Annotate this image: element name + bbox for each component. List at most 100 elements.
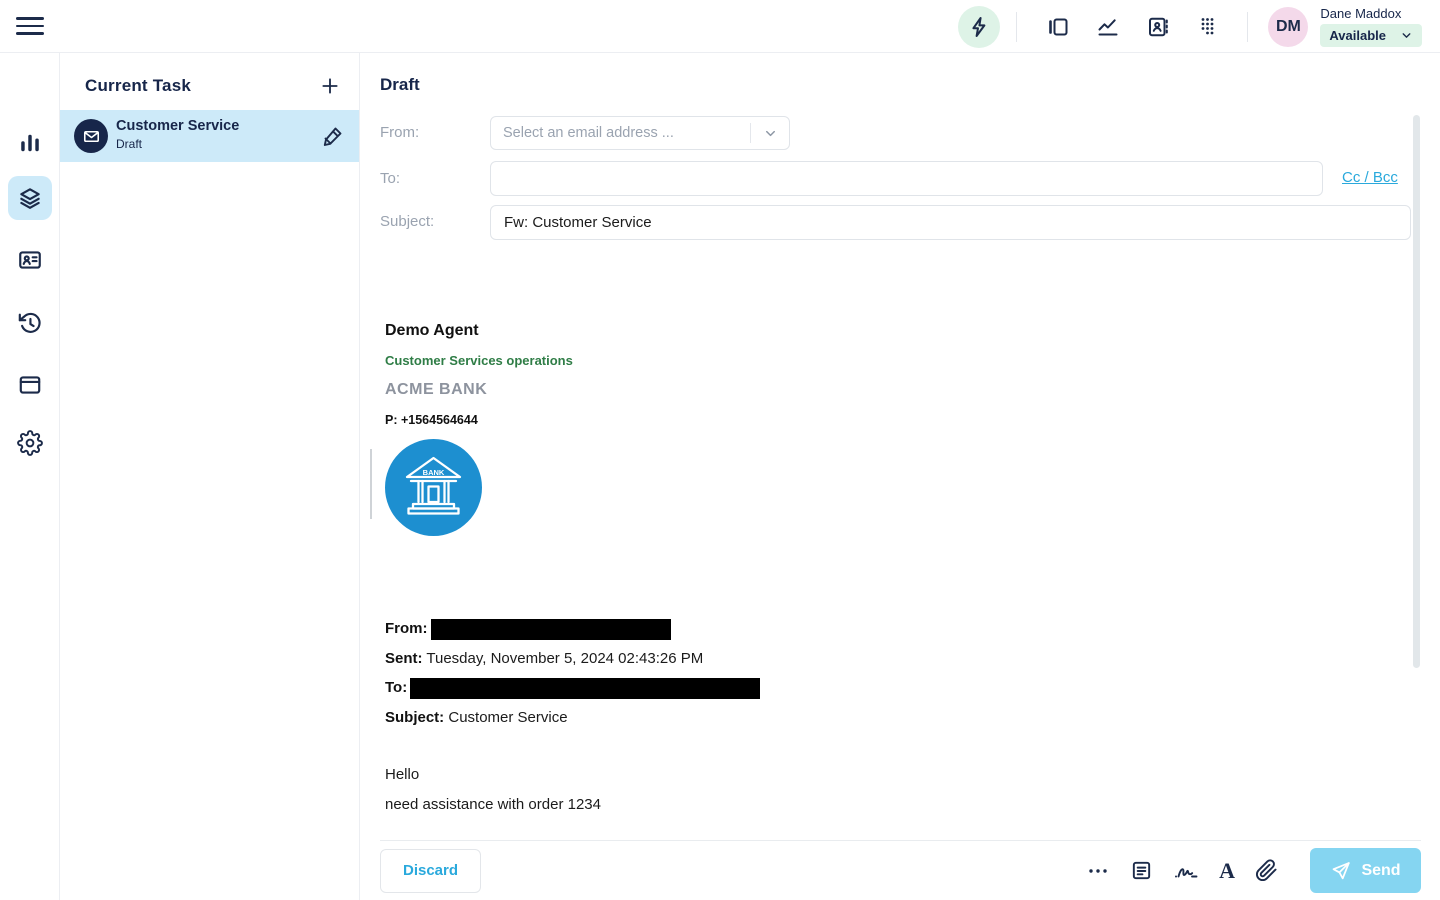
signature-button[interactable] <box>1171 857 1201 885</box>
from-placeholder: Select an email address ... <box>491 125 750 141</box>
chevron-down-icon <box>751 126 789 141</box>
bank-logo: BANK <box>385 439 482 536</box>
rail-item-tasks[interactable] <box>8 176 52 220</box>
signature-icon <box>1173 859 1199 883</box>
quoted-subject-value: Customer Service <box>444 709 567 726</box>
layers-icon <box>17 185 43 211</box>
signature-department: Customer Services operations <box>385 353 1385 369</box>
current-task-panel: Current Task Customer Service Draft <box>60 53 360 900</box>
font-icon: A <box>1219 859 1235 883</box>
chevron-down-icon <box>1400 29 1413 42</box>
vertical-scrollbar[interactable] <box>1413 115 1420 668</box>
envelope-icon <box>82 127 101 146</box>
topbar-right-cluster: DM Dane Maddox Available <box>958 0 1422 53</box>
paper-plane-icon <box>1330 860 1351 881</box>
paperclip-icon <box>1255 859 1278 882</box>
from-label: From: <box>380 124 419 141</box>
top-bar: DM Dane Maddox Available <box>0 0 1440 53</box>
redacted-to-address <box>410 678 760 699</box>
side-panel-button[interactable] <box>1046 15 1070 39</box>
quick-actions-button[interactable] <box>958 6 1000 48</box>
compose-footer-toolbar: Discard A <box>380 840 1421 900</box>
gear-icon <box>17 430 43 456</box>
plus-icon <box>320 76 340 96</box>
email-body-editor[interactable]: Demo Agent Customer Services operations … <box>385 321 1385 819</box>
quoted-sent-value: Tuesday, November 5, 2024 02:43:26 PM <box>423 650 704 667</box>
topbar-divider <box>1016 12 1017 42</box>
quoted-from-label: From: <box>385 620 428 637</box>
task-texts: Customer Service Draft <box>116 118 239 151</box>
cc-bcc-link[interactable]: Cc / Bcc <box>1342 169 1398 186</box>
signature-phone: P: +1564564644 <box>385 412 1385 428</box>
rail-item-history[interactable] <box>8 301 52 345</box>
from-address-select[interactable]: Select an email address ... <box>490 116 790 150</box>
quoted-headers: From: Sent: Tuesday, November 5, 2024 02… <box>385 614 1385 732</box>
compose-pane: Draft From: Select an email address ... … <box>360 53 1440 900</box>
attach-file-button[interactable] <box>1253 857 1280 884</box>
analytics-button[interactable] <box>1096 15 1120 39</box>
text-caret <box>370 449 372 519</box>
rail-item-browser[interactable] <box>8 363 52 407</box>
task-panel-title: Current Task <box>85 76 191 96</box>
app-rail <box>0 53 60 900</box>
task-list-item[interactable]: Customer Service Draft <box>60 110 359 162</box>
font-format-button[interactable]: A <box>1217 857 1237 885</box>
redacted-from-address <box>431 619 671 640</box>
rail-item-contacts[interactable] <box>8 238 52 282</box>
user-block: Dane Maddox Available <box>1320 6 1422 47</box>
line-chart-icon <box>1096 15 1120 39</box>
compose-title: Draft <box>380 75 420 95</box>
rail-item-settings[interactable] <box>8 421 52 465</box>
more-options-button[interactable] <box>1084 857 1112 885</box>
footer-icon-group: A Send <box>1084 848 1421 893</box>
subject-input[interactable] <box>490 205 1411 240</box>
discard-button[interactable]: Discard <box>380 849 481 893</box>
to-input[interactable] <box>490 161 1323 196</box>
contacts-button[interactable] <box>1146 15 1170 39</box>
contact-card-icon <box>17 247 43 273</box>
quoted-subject-label: Subject: <box>385 709 444 726</box>
bank-logo-label: BANK <box>423 468 445 477</box>
quoted-from-row: From: <box>385 614 1385 644</box>
signature-name: Demo Agent <box>385 321 1385 341</box>
dialpad-icon <box>1196 15 1218 39</box>
panels-icon <box>1046 15 1070 39</box>
address-book-icon <box>1146 15 1170 39</box>
list-template-icon <box>1130 859 1153 882</box>
rail-item-analytics[interactable] <box>8 121 52 165</box>
template-button[interactable] <box>1128 857 1155 884</box>
topbar-divider <box>1247 12 1248 42</box>
signature-company: ACME BANK <box>385 380 1385 400</box>
task-subtitle: Draft <box>116 137 239 151</box>
to-label: To: <box>380 170 400 187</box>
availability-dropdown[interactable]: Available <box>1320 24 1422 47</box>
availability-label: Available <box>1329 28 1386 43</box>
email-body-text: Hello need assistance with order 1234 <box>385 760 1385 819</box>
user-name: Dane Maddox <box>1320 6 1422 21</box>
body-line: need assistance with order 1234 <box>385 790 1385 820</box>
send-label: Send <box>1361 862 1400 880</box>
body-line: Hello <box>385 760 1385 790</box>
quoted-sent-row: Sent: Tuesday, November 5, 2024 02:43:26… <box>385 644 1385 674</box>
dialpad-button[interactable] <box>1196 15 1218 39</box>
edit-draft-button[interactable] <box>321 124 345 148</box>
user-avatar[interactable]: DM <box>1268 7 1308 47</box>
subject-label: Subject: <box>380 213 434 230</box>
quoted-to-label: To: <box>385 679 407 696</box>
task-title: Customer Service <box>116 118 239 134</box>
add-task-button[interactable] <box>317 73 343 99</box>
ellipsis-icon <box>1086 859 1110 883</box>
bar-chart-icon <box>17 130 43 156</box>
quoted-subject-row: Subject: Customer Service <box>385 703 1385 733</box>
task-avatar <box>74 119 108 153</box>
menu-hamburger-button[interactable] <box>16 14 44 38</box>
send-button[interactable]: Send <box>1310 848 1421 893</box>
task-panel-header: Current Task <box>60 53 359 108</box>
app-window: DM Dane Maddox Available <box>0 0 1440 900</box>
history-icon <box>17 310 43 336</box>
pen-edit-icon <box>321 124 345 148</box>
quoted-sent-label: Sent: <box>385 650 423 667</box>
browser-window-icon <box>17 372 43 398</box>
lightning-icon <box>967 15 991 39</box>
quoted-to-row: To: <box>385 673 1385 703</box>
